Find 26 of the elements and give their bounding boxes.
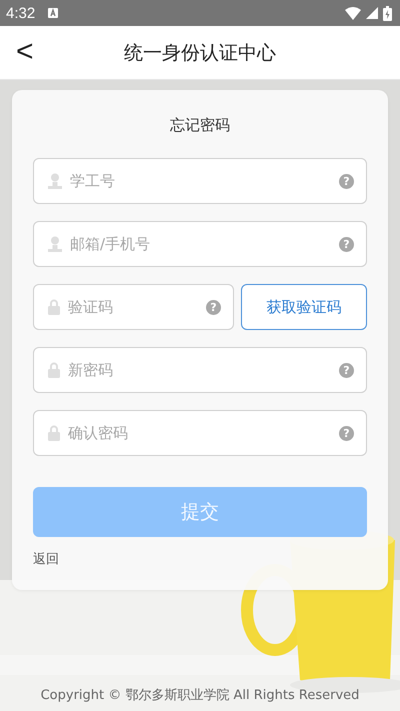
copyright-text: Copyright © 鄂尔多斯职业学院 All Rights Reserved — [40, 687, 360, 705]
input-field[interactable]: 验证码 ? — [33, 284, 234, 330]
lock-icon — [48, 425, 60, 441]
input-field[interactable]: 确认密码 ? — [33, 410, 367, 456]
get-code-button[interactable]: 获取验证码 — [241, 284, 367, 330]
battery-icon — [383, 6, 392, 20]
input-field[interactable]: 学工号 ? — [33, 158, 367, 204]
input-field[interactable]: 新密码 ? — [33, 347, 367, 393]
status-time: 4:32 — [6, 4, 36, 22]
user-icon — [48, 236, 62, 252]
help-icon[interactable]: ? — [206, 300, 221, 314]
notification-icon — [48, 8, 58, 18]
input-field[interactable]: 邮箱/手机号 ? — [33, 221, 367, 267]
lock-icon — [48, 362, 60, 378]
wifi-icon — [345, 6, 361, 20]
help-icon[interactable]: ? — [339, 362, 354, 378]
back-button[interactable]: < — [10, 34, 40, 70]
user-icon — [48, 173, 62, 189]
help-icon[interactable]: ? — [339, 236, 354, 252]
back-link[interactable]: 返回 — [33, 550, 59, 568]
lock-icon — [48, 299, 60, 315]
help-icon[interactable]: ? — [339, 174, 354, 188]
signal-icon — [366, 7, 378, 19]
help-icon[interactable]: ? — [339, 426, 354, 440]
page-title: 统一身份认证中心 — [124, 40, 276, 66]
form-title: 忘记密码 — [169, 116, 231, 135]
